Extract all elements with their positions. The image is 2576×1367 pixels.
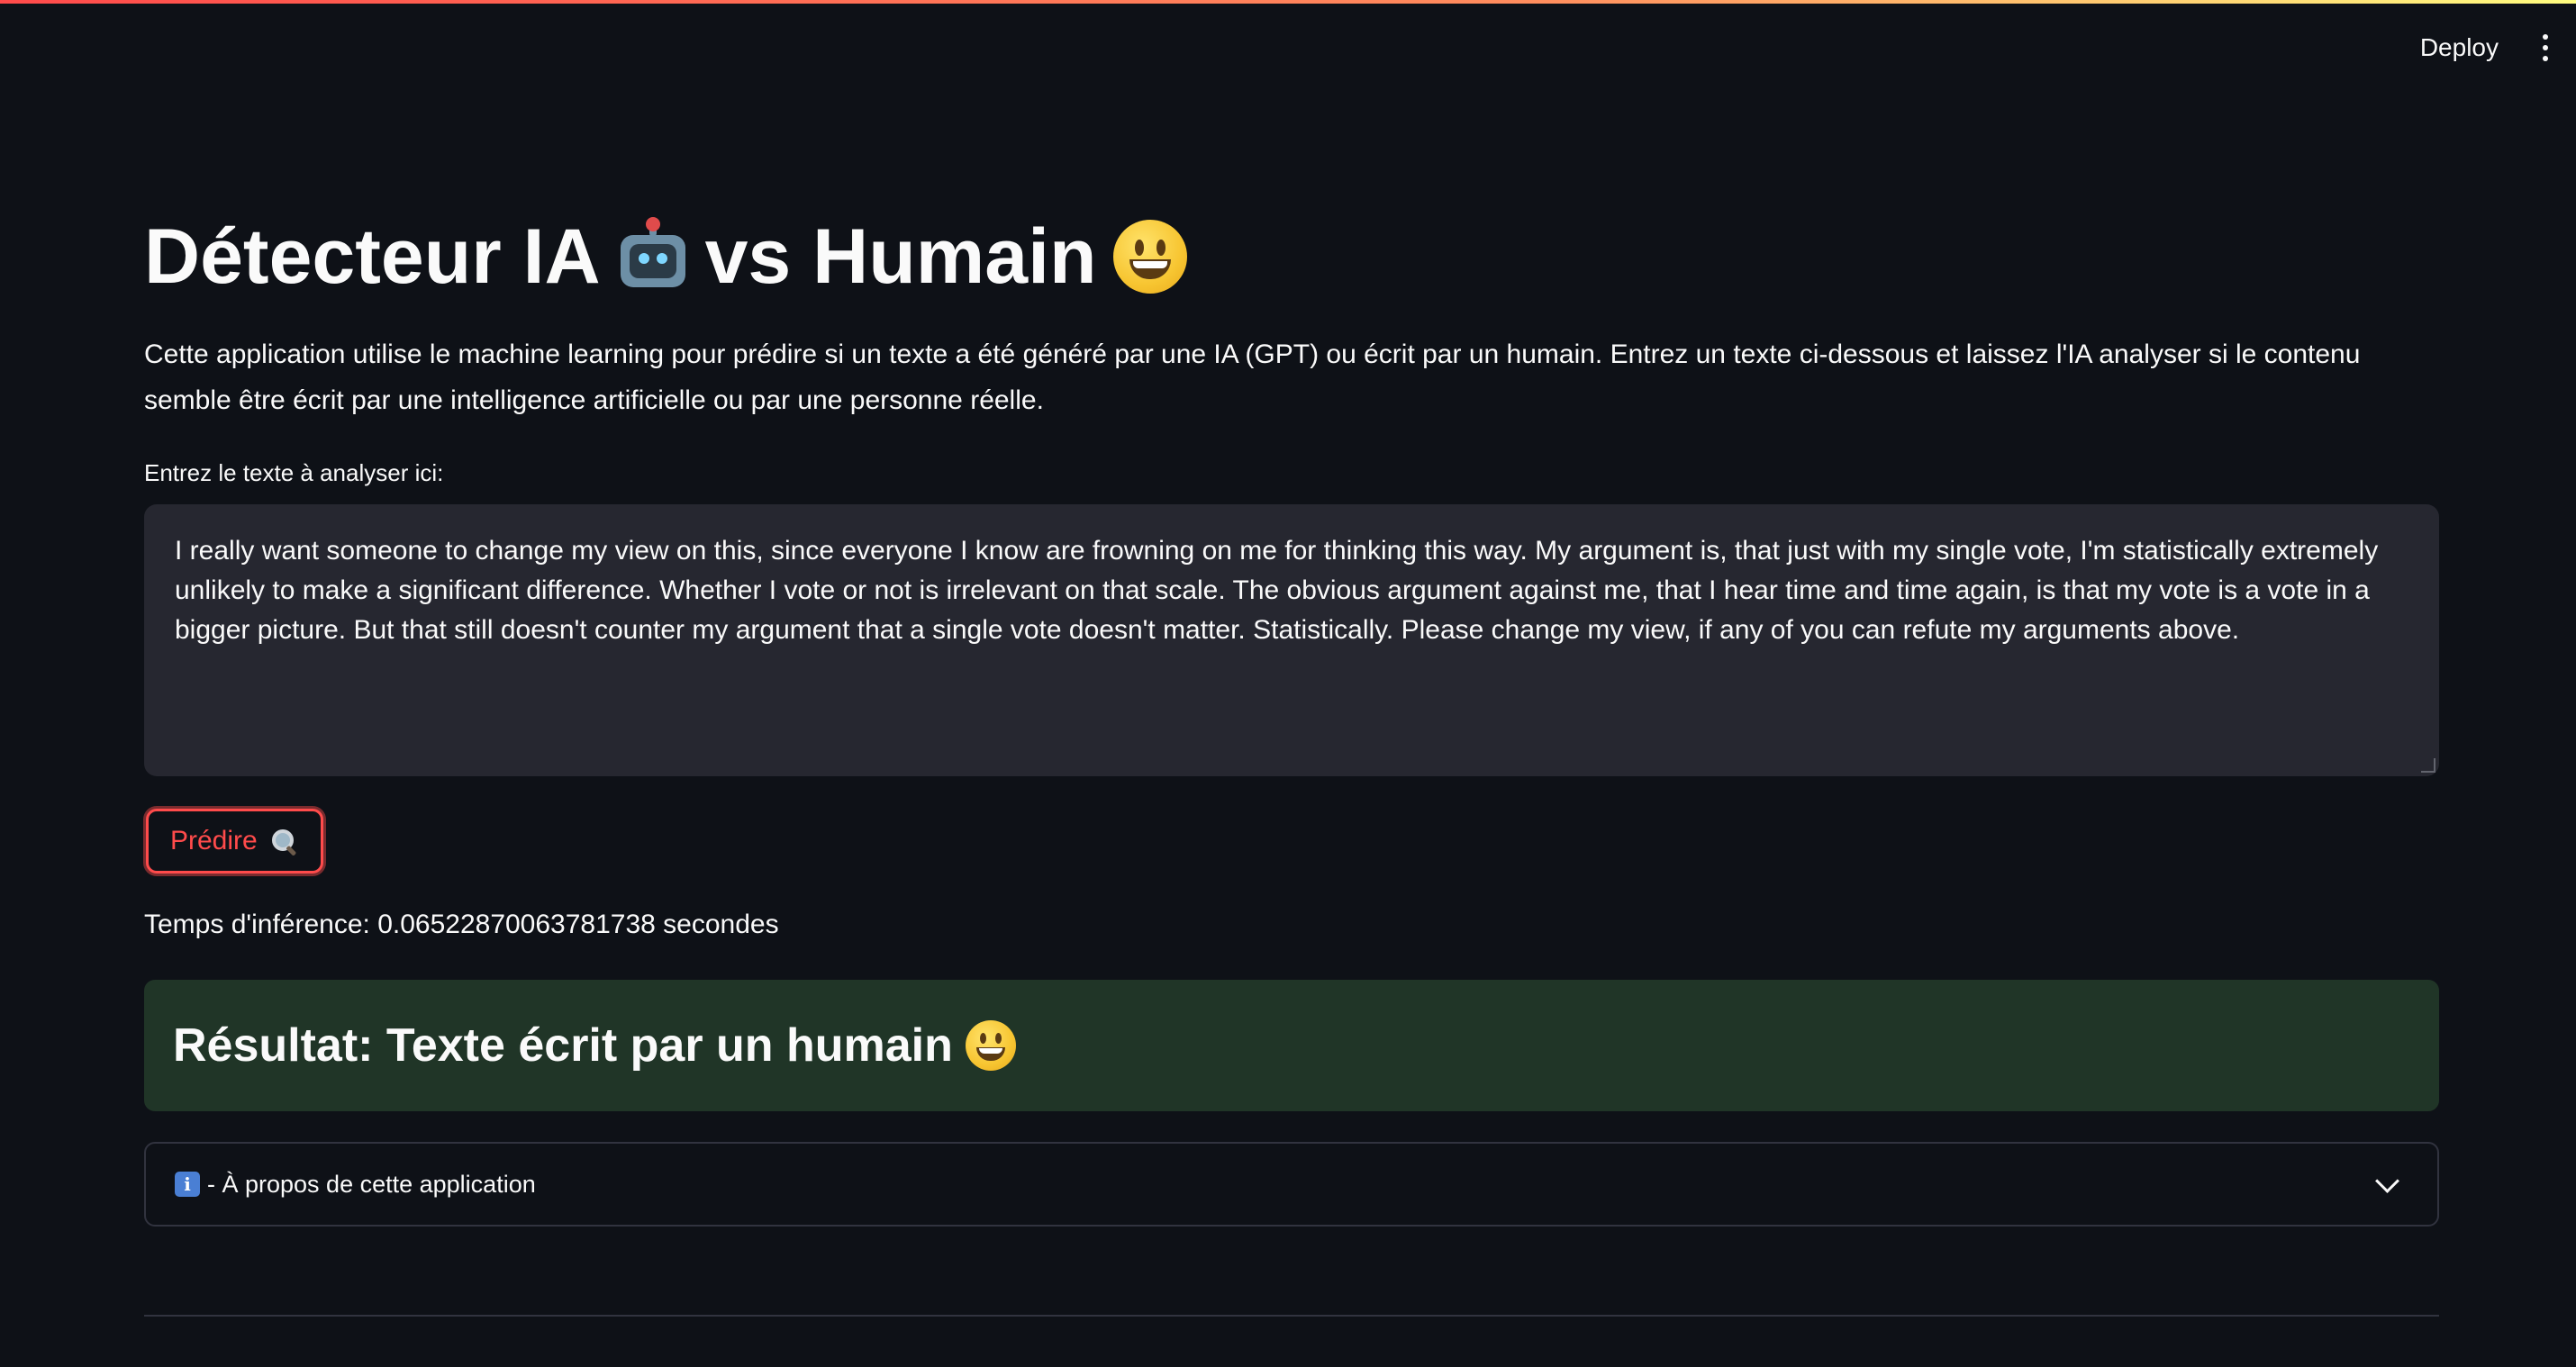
predict-button[interactable]: Prédire <box>146 809 323 874</box>
grinning-face-icon <box>965 1020 1016 1071</box>
app-header: Deploy <box>0 4 2576 86</box>
inference-time-text: Temps d'inférence: 0.06522870063781738 s… <box>144 910 779 939</box>
grinning-face-icon <box>1112 220 1187 294</box>
title-part1: Détecteur IA <box>144 213 601 300</box>
result-text: Résultat: Texte écrit par un humain <box>173 1019 953 1072</box>
info-icon: i <box>175 1172 200 1197</box>
result-alert: Résultat: Texte écrit par un humain <box>144 980 2439 1111</box>
page-title: Détecteur IA vs Humain <box>144 205 1187 308</box>
expander-header: i - À propos de cette application <box>175 1171 536 1199</box>
app-description: Cette application utilise le machine lea… <box>144 339 2361 415</box>
robot-icon <box>617 217 689 293</box>
result-heading: Résultat: Texte écrit par un humain <box>173 1018 1016 1073</box>
expander-label: - À propos de cette application <box>207 1170 536 1198</box>
divider <box>144 1315 2439 1317</box>
chevron-down-icon[interactable] <box>2375 1168 2399 1193</box>
magnifier-icon <box>270 828 297 856</box>
text-input-area[interactable] <box>144 504 2439 776</box>
resize-handle-icon[interactable] <box>2421 758 2435 773</box>
title-part2: vs Humain <box>704 213 1097 300</box>
text-input-label: Entrez le texte à analyser ici: <box>144 459 444 486</box>
kebab-menu-icon[interactable] <box>2527 25 2563 70</box>
deploy-button[interactable]: Deploy <box>2406 27 2513 68</box>
predict-button-label: Prédire <box>170 826 258 856</box>
about-expander[interactable]: i - À propos de cette application <box>144 1142 2439 1227</box>
